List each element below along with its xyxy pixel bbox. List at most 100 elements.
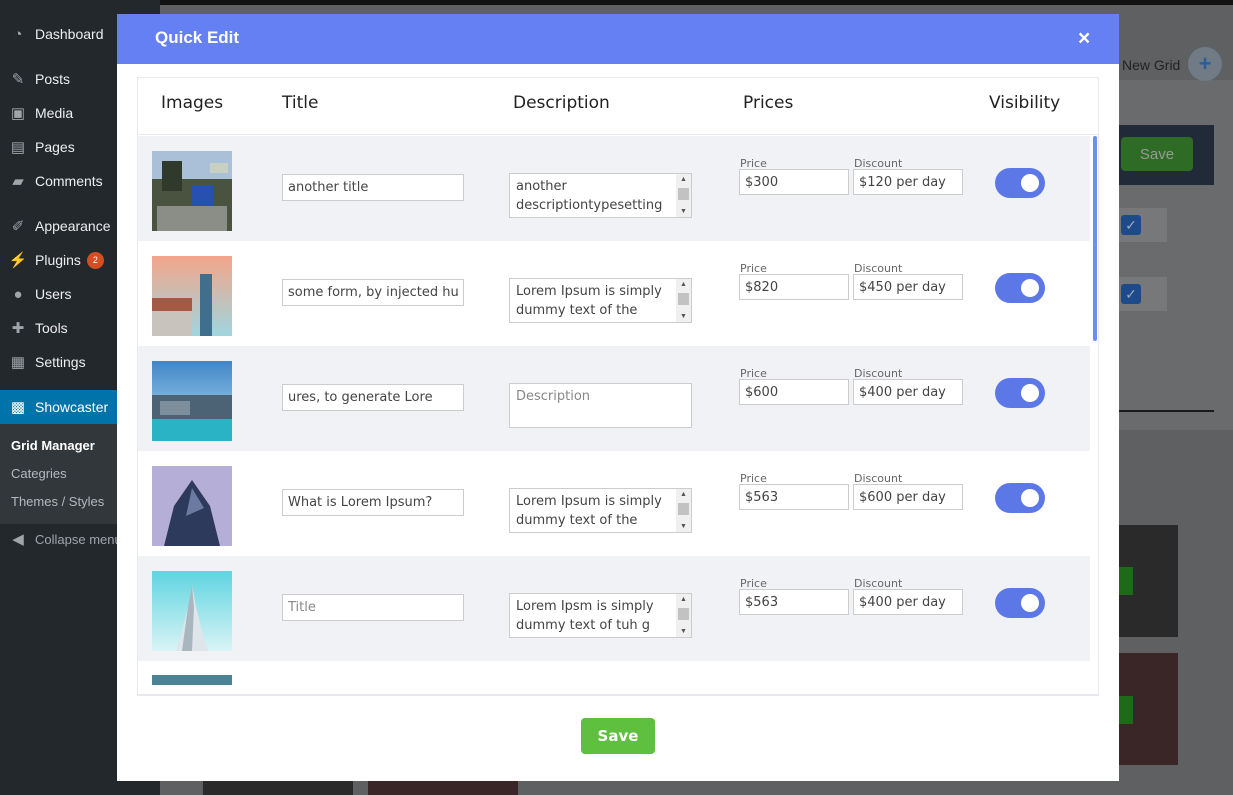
submenu-categories[interactable]: Categries [11,466,67,481]
discount-input[interactable] [853,484,963,510]
discount-input[interactable] [853,274,963,300]
table-row: another descriptiontypesetting ▲▼ Price … [138,136,1090,241]
wrench-icon: ✚ [11,320,25,337]
toggle-knob [1021,594,1039,612]
table-row: Price Discount [138,346,1090,451]
description-textarea[interactable] [510,384,691,427]
arrow-down-icon[interactable]: ▼ [676,311,691,322]
table-row: Lorem Ipsum is simply dummy text of the … [138,241,1090,346]
scrollbar-thumb[interactable] [678,503,689,515]
background-thumbnail [368,781,518,795]
discount-input[interactable] [853,169,963,195]
visibility-toggle[interactable] [995,378,1045,408]
price-input[interactable] [739,484,849,510]
save-button[interactable]: Save [581,718,655,754]
column-header-visibility: Visibility [989,93,1061,113]
row-thumbnail[interactable] [152,361,232,441]
checkbox-checked-icon[interactable]: ✓ [1121,284,1141,304]
collapse-icon: ◀ [12,531,24,548]
title-input[interactable] [282,489,464,516]
row-thumbnail-partial [152,675,232,685]
textarea-scrollbar[interactable]: ▲ ▼ [676,594,691,637]
visibility-toggle[interactable] [995,483,1045,513]
column-header-description: Description [513,93,610,113]
textarea-scrollbar[interactable]: ▲ ▼ [676,279,691,322]
arrow-up-icon[interactable]: ▲ [676,279,691,290]
submenu-grid-manager[interactable]: Grid Manager [11,438,95,453]
table-row: Lorem Ipsum is simply dummy text of the … [138,451,1090,556]
toggle-knob [1021,384,1039,402]
row-thumbnail[interactable] [152,256,232,336]
user-icon: ● [13,285,23,303]
description-field: another descriptiontypesetting ▲ ▼ [509,173,692,218]
arrow-up-icon[interactable]: ▲ [676,174,691,185]
description-field: Lorem Ipsum is simply dummy text of the … [509,488,692,533]
submenu-themes-styles[interactable]: Themes / Styles [11,494,104,509]
background-card-button [1119,696,1133,724]
showcaster-icon: ▩ [10,399,26,416]
textarea-scrollbar[interactable]: ▲ ▼ [676,174,691,217]
discount-input[interactable] [853,379,963,405]
description-textarea[interactable]: Lorem Ipsum is simply dummy text of the [510,489,676,532]
background-save-button[interactable]: Save [1121,137,1193,171]
row-thumbnail[interactable] [152,466,232,546]
price-input[interactable] [739,274,849,300]
arrow-up-icon[interactable]: ▲ [676,489,691,500]
description-textarea[interactable]: Lorem Ipsum is simply dummy text of the [510,279,676,322]
update-count-badge: 2 [86,251,104,269]
scrollbar-thumb[interactable] [678,608,689,620]
row-thumbnail[interactable] [152,151,232,231]
scrollbar-thumb[interactable] [678,188,689,200]
plug-icon: ⚡ [8,252,28,269]
pages-icon: ▤ [10,139,26,156]
column-header-images: Images [161,93,224,113]
price-input[interactable] [739,589,849,615]
arrow-down-icon[interactable]: ▼ [676,626,691,637]
arrow-down-icon[interactable]: ▼ [676,521,691,532]
toggle-knob [1021,279,1039,297]
modal-header: Quick Edit × [117,14,1119,64]
scrollbar-thumb[interactable] [678,293,689,305]
price-input[interactable] [739,379,849,405]
toggle-knob [1021,174,1039,192]
price-input[interactable] [739,169,849,195]
modal-title: Quick Edit [155,28,240,47]
title-input[interactable] [282,384,464,411]
description-textarea[interactable]: Lorem Ipsm is simply dummy text of tuh g [510,594,676,637]
background-card-button [1119,567,1133,595]
title-input[interactable] [282,594,464,621]
quick-edit-table: Images Title Description Prices Visibili… [137,77,1099,695]
visibility-toggle[interactable] [995,273,1045,303]
table-scrollbar[interactable] [1093,136,1097,341]
add-grid-icon[interactable]: + [1188,47,1222,81]
arrow-down-icon[interactable]: ▼ [676,206,691,217]
settings-icon: ▦ [10,354,26,371]
description-field: Lorem Ipsm is simply dummy text of tuh g… [509,593,692,638]
title-input[interactable] [282,174,464,201]
visibility-toggle[interactable] [995,168,1045,198]
brush-icon: ✐ [11,218,25,235]
dashboard-icon: ◔ [13,25,23,43]
title-input[interactable] [282,279,464,306]
description-textarea[interactable]: another descriptiontypesetting [510,174,676,217]
description-field: Lorem Ipsum is simply dummy text of the … [509,278,692,323]
description-field [509,383,692,428]
media-icon: ▣ [10,105,26,122]
visibility-toggle[interactable] [995,588,1045,618]
table-row: Lorem Ipsm is simply dummy text of tuh g… [138,556,1090,661]
row-thumbnail[interactable] [152,571,232,651]
column-header-title: Title [282,93,319,113]
comment-icon: ▰ [12,173,24,190]
new-grid-tab[interactable]: New Grid [1122,57,1180,73]
discount-input[interactable] [853,589,963,615]
toggle-knob [1021,489,1039,507]
textarea-scrollbar[interactable]: ▲ ▼ [676,489,691,532]
table-header: Images Title Description Prices Visibili… [138,78,1098,135]
divider [1119,410,1214,412]
modal-footer-divider [137,695,1099,696]
pin-icon: ✎ [11,71,25,88]
quick-edit-modal: Quick Edit × Images Title Description Pr… [117,14,1119,781]
close-icon[interactable]: × [1078,28,1090,49]
arrow-up-icon[interactable]: ▲ [676,594,691,605]
checkbox-checked-icon[interactable]: ✓ [1121,215,1141,235]
